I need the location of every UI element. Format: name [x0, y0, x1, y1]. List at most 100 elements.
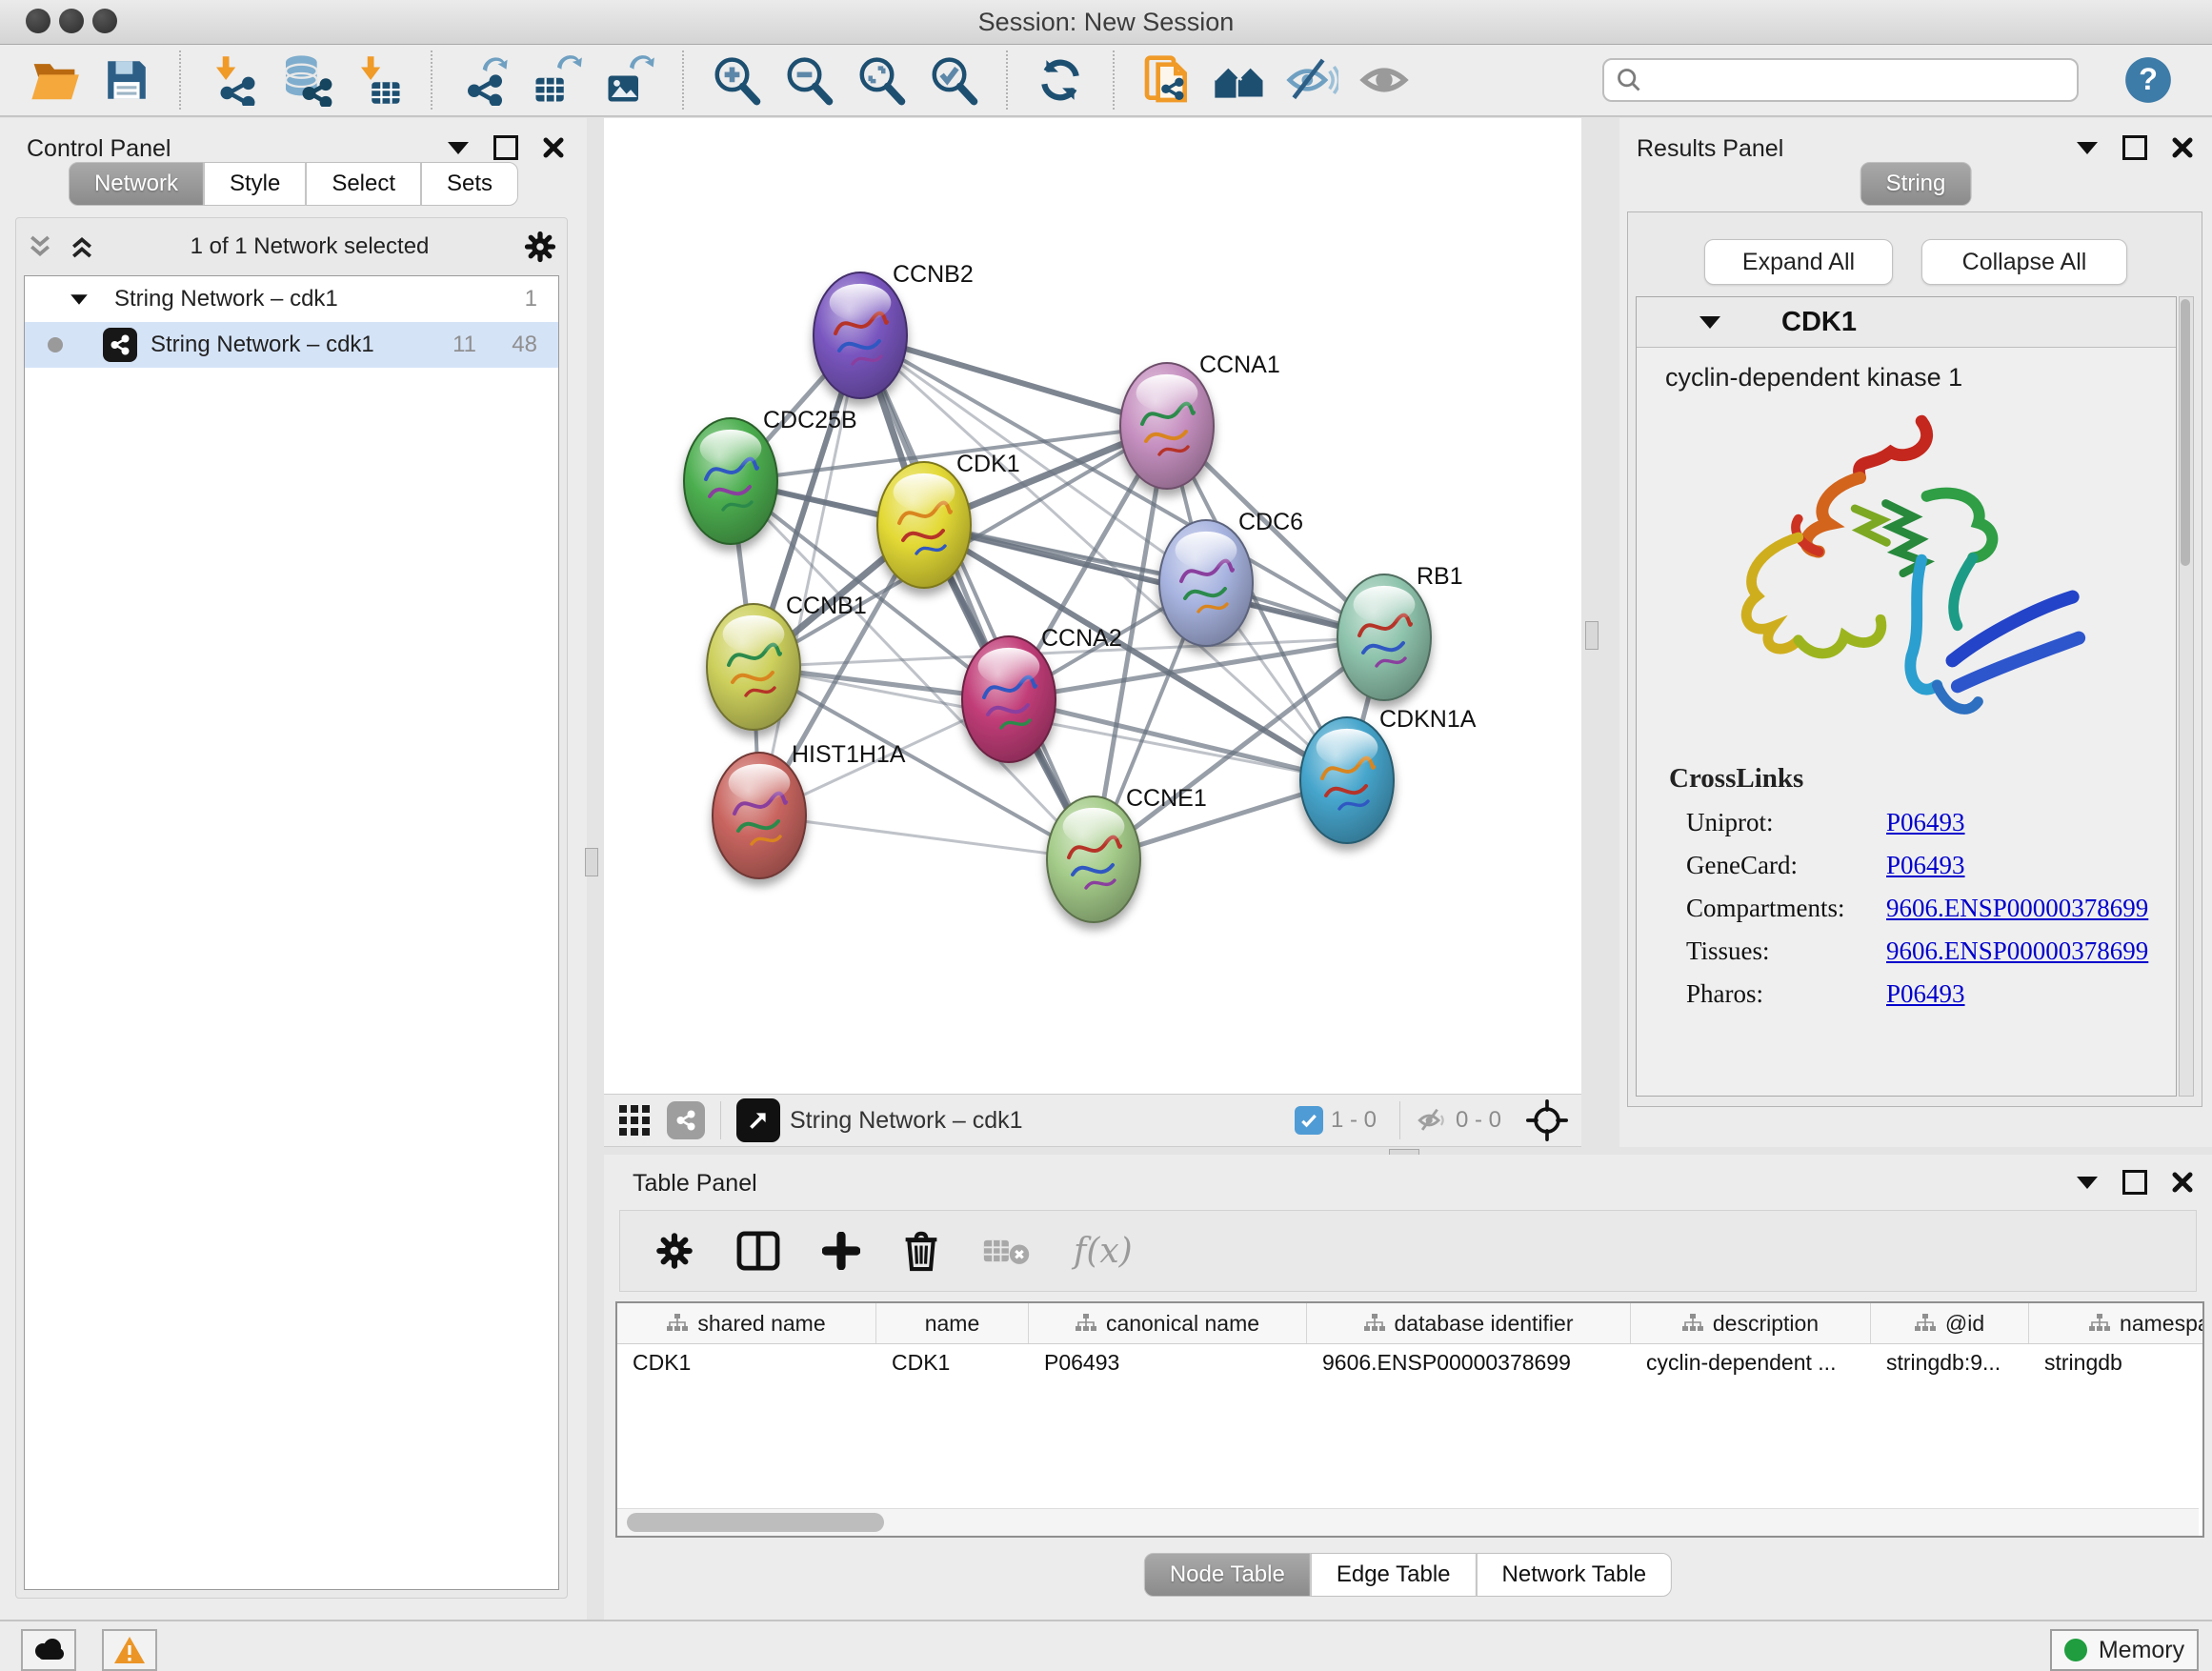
column-header-database-identifier[interactable]: database identifier: [1307, 1303, 1631, 1343]
network-node-CCNB2[interactable]: [814, 272, 907, 398]
import-table-file-button[interactable]: [349, 50, 408, 110]
network-node-CCNB1[interactable]: [707, 604, 800, 730]
network-graph[interactable]: CCNB2CCNA1CDC25BCDK1CDC6RB1CCNB1CCNA2CDK…: [604, 118, 1581, 1094]
network-node-HIST1H1A[interactable]: [713, 753, 806, 878]
column-header-namespace[interactable]: namespace: [2029, 1303, 2204, 1343]
table-cell[interactable]: stringdb: [2029, 1344, 2204, 1384]
network-node-CCNA1[interactable]: [1120, 363, 1214, 489]
grid-view-icon[interactable]: [617, 1103, 652, 1137]
panel-menu-icon[interactable]: [2077, 142, 2098, 154]
panel-float-icon[interactable]: [2122, 1170, 2147, 1195]
tab-select[interactable]: Select: [306, 162, 421, 206]
toolbar-search-box[interactable]: [1602, 58, 2079, 102]
network-node-CDK1[interactable]: [877, 462, 971, 588]
network-node-CDKN1A[interactable]: [1300, 717, 1394, 843]
network-collection-row[interactable]: String Network – cdk1 1: [25, 276, 558, 322]
network-node-RB1[interactable]: [1337, 574, 1431, 700]
panel-float-icon[interactable]: [2122, 135, 2147, 160]
clone-network-button[interactable]: [1137, 50, 1196, 110]
show-hidden-button[interactable]: [1355, 50, 1414, 110]
expand-all-chevron-icon[interactable]: [68, 232, 96, 261]
search-input[interactable]: [1652, 66, 2065, 94]
table-horizontal-scrollbar[interactable]: [617, 1508, 2199, 1536]
network-node-CCNE1[interactable]: [1047, 796, 1140, 922]
table-options-gear-icon[interactable]: [654, 1231, 694, 1271]
table-cell[interactable]: P06493: [1029, 1344, 1307, 1384]
collection-expand-icon[interactable]: [70, 294, 88, 304]
network-row-selected[interactable]: String Network – cdk1 11 48: [25, 322, 558, 368]
zoom-fit-button[interactable]: [852, 50, 911, 110]
export-table-button[interactable]: [528, 50, 587, 110]
right-splitter-handle[interactable]: [1585, 621, 1599, 650]
collapse-all-chevron-icon[interactable]: [26, 232, 54, 261]
panel-menu-icon[interactable]: [448, 142, 469, 154]
tab-sets[interactable]: Sets: [421, 162, 518, 206]
tab-style[interactable]: Style: [204, 162, 306, 206]
crosslink-value-link[interactable]: P06493: [1886, 851, 1965, 880]
import-network-file-button[interactable]: [204, 50, 263, 110]
results-scrollbar[interactable]: [2179, 296, 2194, 1097]
table-tab-edge-table[interactable]: Edge Table: [1311, 1553, 1477, 1597]
panel-close-icon[interactable]: [543, 137, 564, 158]
export-image-button[interactable]: [600, 50, 659, 110]
open-session-button[interactable]: [25, 50, 84, 110]
fit-crosshair-icon[interactable]: [1526, 1099, 1568, 1141]
table-tab-network-table[interactable]: Network Table: [1477, 1553, 1673, 1597]
cloud-status-button[interactable]: [21, 1629, 76, 1671]
help-button[interactable]: ?: [2119, 50, 2178, 110]
crosslink-value-link[interactable]: P06493: [1886, 808, 1965, 837]
expand-all-button[interactable]: Expand All: [1704, 239, 1893, 285]
network-node-CDC25B[interactable]: [684, 418, 777, 544]
create-column-plus-icon[interactable]: [822, 1232, 860, 1270]
network-edge[interactable]: [860, 335, 1094, 859]
left-splitter-handle[interactable]: [585, 848, 598, 876]
table-cell[interactable]: CDK1: [617, 1344, 876, 1384]
panel-close-icon[interactable]: [2172, 137, 2193, 158]
panel-close-icon[interactable]: [2172, 1172, 2193, 1193]
network-node-CDC6[interactable]: [1159, 520, 1253, 646]
table-cell[interactable]: 9606.ENSP00000378699: [1307, 1344, 1631, 1384]
zoom-out-button[interactable]: [779, 50, 838, 110]
zoom-selected-button[interactable]: [924, 50, 983, 110]
show-all-networks-button[interactable]: [1210, 50, 1269, 110]
column-header-description[interactable]: description: [1631, 1303, 1871, 1343]
column-type-icon: [1076, 1314, 1096, 1333]
table-cell[interactable]: cyclin-dependent ...: [1631, 1344, 1871, 1384]
tab-network[interactable]: Network: [69, 162, 204, 206]
crosslink-value-link[interactable]: 9606.ENSP00000378699: [1886, 894, 2148, 923]
network-edge[interactable]: [759, 815, 1094, 859]
column-header-@id[interactable]: @id: [1871, 1303, 2029, 1343]
network-view-canvas[interactable]: CCNB2CCNA1CDC25BCDK1CDC6RB1CCNB1CCNA2CDK…: [604, 118, 1581, 1094]
column-header-name[interactable]: name: [876, 1303, 1029, 1343]
crosslink-value-link[interactable]: P06493: [1886, 979, 1965, 1009]
zoom-in-button[interactable]: [707, 50, 766, 110]
show-columns-icon[interactable]: [736, 1231, 780, 1271]
collapse-all-button[interactable]: Collapse All: [1921, 239, 2127, 285]
network-options-gear-icon[interactable]: [523, 230, 557, 264]
network-node-CCNA2[interactable]: [962, 636, 1056, 762]
table-tab-node-table[interactable]: Node Table: [1144, 1553, 1311, 1597]
column-header-shared-name[interactable]: shared name: [617, 1303, 876, 1343]
memory-button[interactable]: Memory: [2050, 1629, 2199, 1671]
table-cell[interactable]: stringdb:9...: [1871, 1344, 2029, 1384]
birdseye-view-button[interactable]: [736, 1098, 780, 1142]
network-view-mode-icon[interactable]: [667, 1101, 705, 1139]
network-edge[interactable]: [924, 525, 1384, 637]
selected-checkbox-icon[interactable]: [1295, 1106, 1323, 1135]
export-network-button[interactable]: [455, 50, 514, 110]
delete-column-trash-icon[interactable]: [902, 1230, 940, 1272]
hide-selected-button[interactable]: [1282, 50, 1341, 110]
table-row[interactable]: CDK1CDK1P064939606.ENSP00000378699cyclin…: [617, 1344, 2204, 1384]
collapse-entry-icon[interactable]: [1699, 316, 1720, 329]
table-cell[interactable]: CDK1: [876, 1344, 1029, 1384]
crosslink-value-link[interactable]: 9606.ENSP00000378699: [1886, 936, 2148, 966]
warnings-button[interactable]: [102, 1629, 157, 1671]
save-session-button[interactable]: [97, 50, 156, 110]
node-result-header[interactable]: CDK1: [1637, 297, 2176, 348]
results-tab-string[interactable]: String: [1860, 162, 1972, 206]
panel-float-icon[interactable]: [493, 135, 518, 160]
import-network-database-button[interactable]: [276, 50, 335, 110]
refresh-button[interactable]: [1031, 50, 1090, 110]
column-header-canonical-name[interactable]: canonical name: [1029, 1303, 1307, 1343]
panel-menu-icon[interactable]: [2077, 1177, 2098, 1189]
